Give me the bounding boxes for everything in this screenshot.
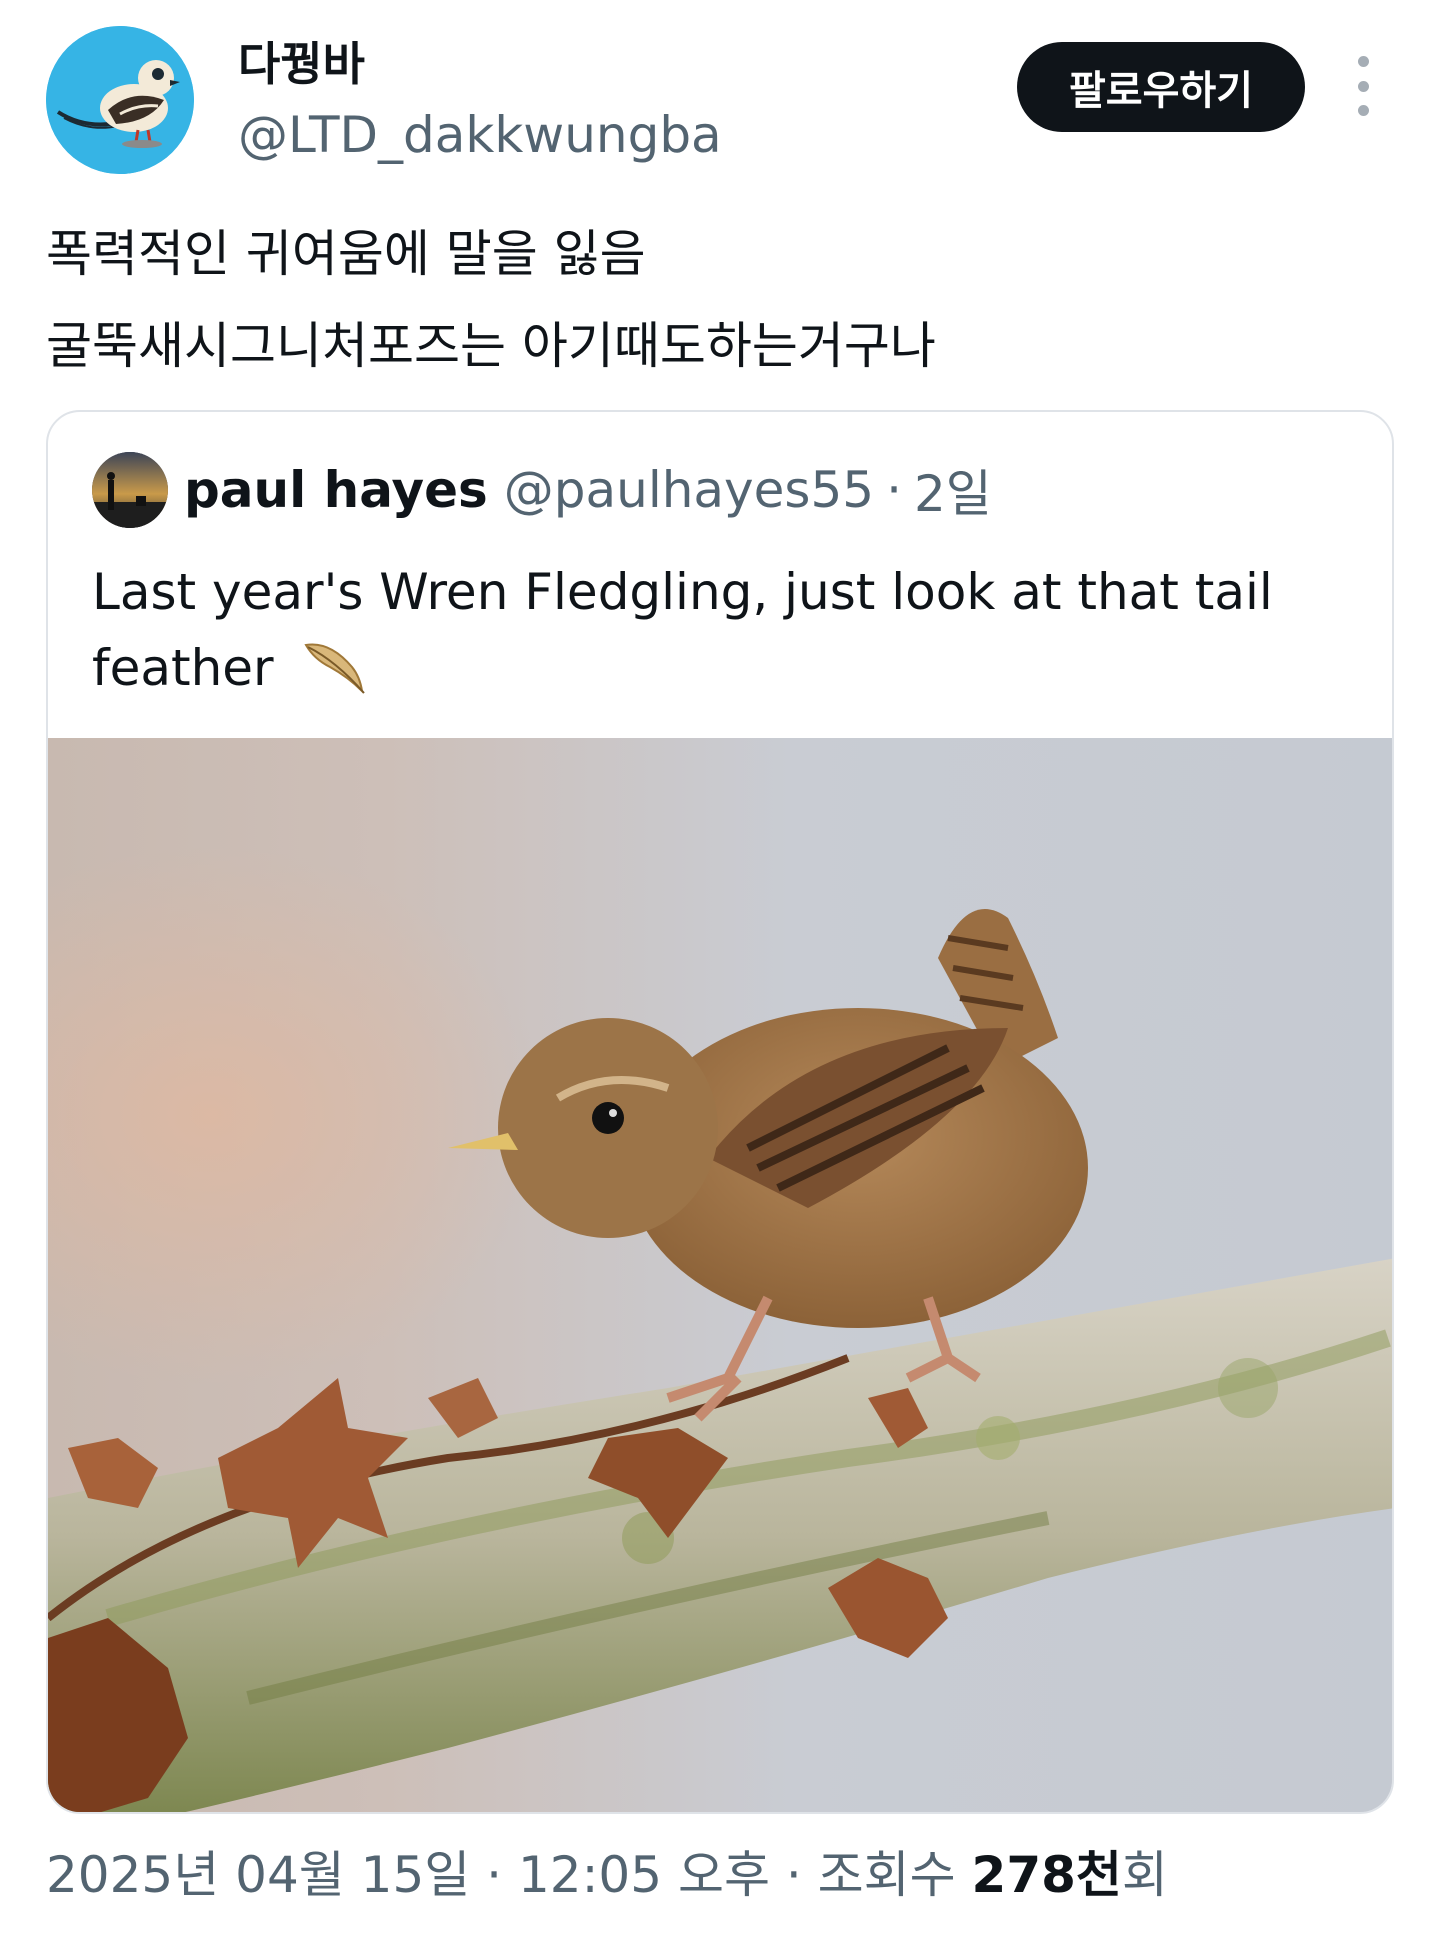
tweet-datetime[interactable]: 2025년 04월 15일 · 12:05 오후 · bbox=[46, 1846, 818, 1904]
quote-author-handle[interactable]: @paulhayes55 bbox=[504, 461, 874, 519]
quote-author-avatar[interactable] bbox=[92, 452, 168, 528]
views-label: 조회수 bbox=[817, 1846, 972, 1904]
views-suffix: 회 bbox=[1121, 1846, 1168, 1904]
tweet-meta: 2025년 04월 15일 · 12:05 오후 · 조회수 278천회 bbox=[46, 1843, 1168, 1907]
tweet-text: 폭력적인 귀여움에 말을 잃음 굴뚝새시그니처포즈는 아기때도하는거구나 bbox=[46, 208, 1406, 392]
tweet-line-2: 굴뚝새시그니처포즈는 아기때도하는거구나 bbox=[46, 317, 936, 375]
wren-photo-illustration bbox=[48, 738, 1392, 1812]
author-display-name[interactable]: 다꿩바 bbox=[238, 36, 365, 92]
more-vertical-icon[interactable] bbox=[1348, 56, 1378, 116]
quote-separator: · bbox=[886, 461, 902, 519]
wren-photo[interactable] bbox=[48, 738, 1392, 1812]
author-handle[interactable]: @LTD_dakkwungba bbox=[238, 104, 722, 166]
quote-author-name[interactable]: paul hayes bbox=[184, 461, 488, 519]
quoted-tweet-card[interactable]: paul hayes @paulhayes55 · 2일 Last year's… bbox=[46, 410, 1394, 1814]
bird-avatar-icon bbox=[46, 26, 194, 174]
quote-text: Last year's Wren Fledgling, just look at… bbox=[92, 554, 1362, 706]
tweet-line-1: 폭력적인 귀여움에 말을 잃음 bbox=[46, 225, 646, 283]
author-avatar[interactable] bbox=[46, 26, 194, 174]
tweet-page: 다꿩바 @LTD_dakkwungba 팔로우하기 폭력적인 귀여움에 말을 잃… bbox=[0, 0, 1439, 1943]
feather-emoji-icon bbox=[303, 643, 365, 694]
quote-header: paul hayes @paulhayes55 · 2일 bbox=[184, 452, 992, 528]
views-count: 278천 bbox=[971, 1846, 1122, 1904]
person-silhouette-avatar-icon bbox=[92, 452, 168, 528]
quote-text-content: Last year's Wren Fledgling, just look at… bbox=[92, 563, 1273, 697]
follow-button[interactable]: 팔로우하기 bbox=[1017, 42, 1305, 132]
quote-timestamp[interactable]: 2일 bbox=[914, 454, 992, 526]
